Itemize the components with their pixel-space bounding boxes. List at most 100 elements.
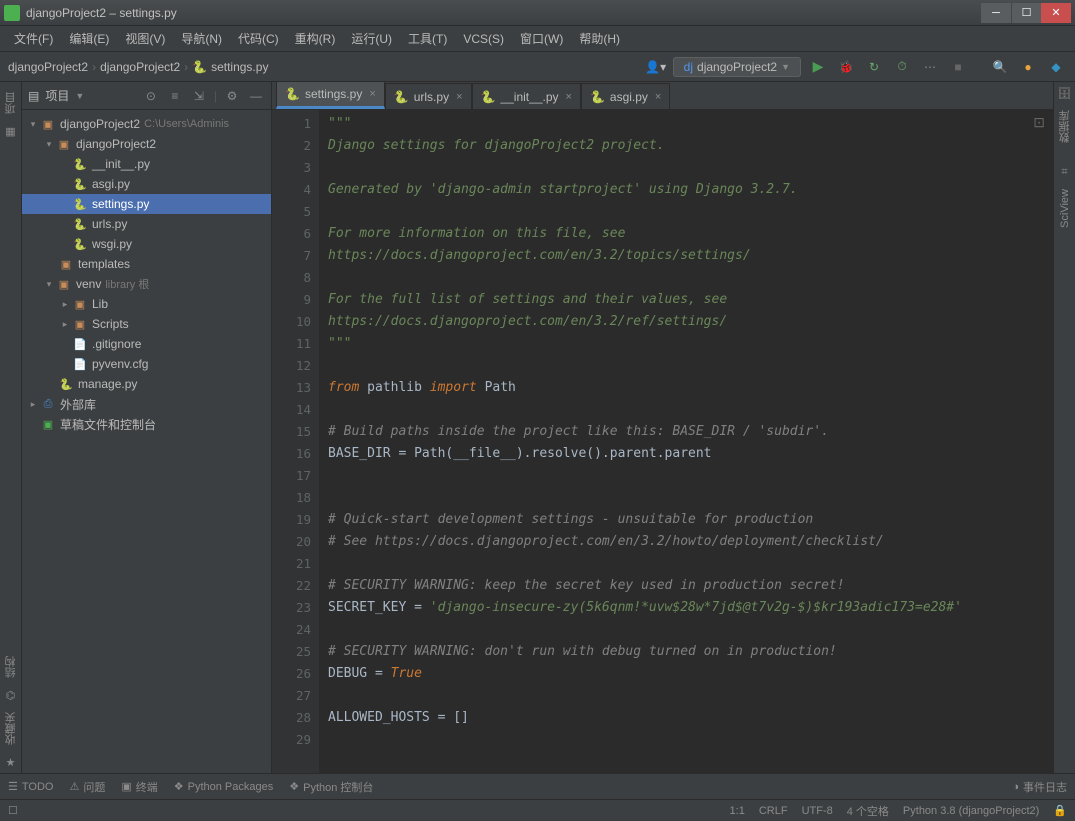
breadcrumb-item[interactable]: djangoProject2 (100, 60, 180, 74)
editor-tab[interactable]: 🐍urls.py× (385, 83, 472, 109)
caret-position[interactable]: 1:1 (730, 805, 745, 817)
tree-folder[interactable]: ▸▣Lib (22, 294, 271, 314)
menu-item[interactable]: 文件(F) (6, 27, 61, 50)
menu-item[interactable]: 代码(C) (230, 27, 287, 50)
python-console-tab[interactable]: ❖Python 控制台 (289, 779, 373, 795)
menu-item[interactable]: 导航(N) (173, 27, 230, 50)
minimize-button[interactable]: ─ (981, 3, 1011, 23)
menu-item[interactable]: VCS(S) (455, 29, 512, 49)
menu-item[interactable]: 运行(U) (343, 27, 400, 50)
project-icon: ▤ (28, 89, 39, 103)
tree-file[interactable]: 🐍manage.py (22, 374, 271, 394)
profile-button[interactable]: ⏱ (891, 56, 913, 78)
tree-folder[interactable]: ▾▣venvlibrary 根 (22, 274, 271, 294)
locate-icon[interactable]: ⊙ (142, 87, 160, 105)
indent[interactable]: 4 个空格 (847, 803, 889, 819)
menu-item[interactable]: 帮助(H) (571, 27, 628, 50)
tree-file[interactable]: 🐍wsgi.py (22, 234, 271, 254)
tree-file[interactable]: 🐍urls.py (22, 214, 271, 234)
run-config-label: djangoProject2 (697, 60, 777, 74)
menu-item[interactable]: 窗口(W) (512, 27, 571, 50)
tree-folder[interactable]: ▸▣Scripts (22, 314, 271, 334)
close-tab-icon[interactable]: × (655, 91, 661, 103)
hide-icon[interactable]: — (247, 87, 265, 105)
breadcrumb-item[interactable]: settings.py (211, 60, 268, 74)
concurrency-button[interactable]: ⋯ (919, 56, 941, 78)
tab-sciview[interactable]: SciView (1059, 183, 1071, 234)
sciview-icon[interactable]: ⌗ (1057, 164, 1073, 180)
tree-folder[interactable]: ▣templates (22, 254, 271, 274)
tree-external-libs[interactable]: ▸⎙外部库 (22, 394, 271, 414)
tab-structure[interactable]: 结构 (3, 650, 19, 684)
package-icon: ❖ (174, 780, 184, 793)
line-ending[interactable]: CRLF (759, 805, 788, 817)
debug-button[interactable]: 🐞 (835, 56, 857, 78)
star-icon[interactable]: ★ (3, 754, 19, 770)
tree-scratch[interactable]: ▣草稿文件和控制台 (22, 414, 271, 434)
menu-item[interactable]: 编辑(E) (61, 27, 117, 50)
tab-project[interactable]: 项目 (3, 86, 19, 120)
breadcrumb: djangoProject2 › djangoProject2 › 🐍 sett… (8, 60, 645, 74)
close-tab-icon[interactable]: × (369, 88, 375, 100)
python-packages-tab[interactable]: ❖Python Packages (174, 780, 274, 793)
user-icon[interactable]: 👤▾ (645, 56, 667, 78)
line-gutter: 1234567891011121314151617181920212223242… (272, 110, 320, 773)
gear-icon[interactable]: ⚙ (223, 87, 241, 105)
menu-item[interactable]: 工具(T) (400, 27, 455, 50)
tree-root[interactable]: ▾▣ djangoProject2 C:\Users\Adminis (22, 114, 271, 134)
close-button[interactable]: ✕ (1041, 3, 1071, 23)
structure-icon[interactable]: ⌬ (3, 687, 19, 703)
menu-item[interactable]: 重构(R) (287, 27, 344, 50)
editor-area: 🐍settings.py×🐍urls.py×🐍__init__.py×🐍asgi… (272, 82, 1053, 773)
tree-file[interactable]: 📄.gitignore (22, 334, 271, 354)
project-tree[interactable]: ▾▣ djangoProject2 C:\Users\Adminis ▾▣ dj… (22, 110, 271, 773)
tab-favorites[interactable]: 收藏夹 (3, 706, 19, 751)
sync-icon[interactable]: ● (1017, 56, 1039, 78)
run-button[interactable]: ▶ (807, 56, 829, 78)
menubar: 文件(F)编辑(E)视图(V)导航(N)代码(C)重构(R)运行(U)工具(T)… (0, 26, 1075, 52)
close-tab-icon[interactable]: × (566, 91, 572, 103)
terminal-tab[interactable]: ▣终端 (121, 779, 157, 795)
database-icon[interactable]: 🗄 (1057, 85, 1073, 101)
tool-window-bar: ☰TODO ⚠问题 ▣终端 ❖Python Packages ❖Python 控… (0, 773, 1075, 799)
project-toolbar: ▤ 项目 ▼ ⊙ ≡ ⇲ | ⚙ — (22, 82, 271, 110)
folder-icon[interactable]: ▦ (3, 123, 19, 139)
terminal-icon: ▣ (121, 780, 131, 793)
encoding[interactable]: UTF-8 (802, 805, 833, 817)
close-tab-icon[interactable]: × (456, 91, 462, 103)
maximize-button[interactable]: ☐ (1011, 3, 1041, 23)
reader-mode-icon[interactable]: ⊡ (1033, 114, 1045, 131)
breadcrumb-item[interactable]: djangoProject2 (8, 60, 88, 74)
menu-item[interactable]: 视图(V) (117, 27, 173, 50)
warning-icon: ⚠ (69, 780, 79, 793)
editor-tab[interactable]: 🐍asgi.py× (581, 83, 670, 109)
event-log-tab[interactable]: ◑事件日志 (1012, 779, 1067, 795)
tree-folder[interactable]: ▾▣ djangoProject2 (22, 134, 271, 154)
window-title: djangoProject2 – settings.py (26, 6, 981, 20)
status-bar: ☐ 1:1 CRLF UTF-8 4 个空格 Python 3.8 (djang… (0, 799, 1075, 821)
lock-icon[interactable]: 🔒 (1053, 804, 1067, 817)
stop-button[interactable]: ■ (947, 56, 969, 78)
editor-tab[interactable]: 🐍__init__.py× (472, 83, 581, 109)
run-config-selector[interactable]: dj djangoProject2 ▼ (673, 57, 801, 77)
todo-tab[interactable]: ☰TODO (8, 780, 53, 793)
tree-file-selected[interactable]: 🐍settings.py (22, 194, 271, 214)
editor-tab[interactable]: 🐍settings.py× (276, 82, 385, 109)
chevron-right-icon: › (92, 60, 96, 74)
problems-tab[interactable]: ⚠问题 (69, 779, 105, 795)
tree-file[interactable]: 🐍__init__.py (22, 154, 271, 174)
ide-menu-icon[interactable]: ☐ (8, 804, 18, 817)
search-button[interactable]: 🔍 (989, 56, 1011, 78)
coverage-button[interactable]: ↻ (863, 56, 885, 78)
code-area[interactable]: """Django settings for djangoProject2 pr… (320, 110, 1053, 773)
ide-update-icon[interactable]: ◆ (1045, 56, 1067, 78)
editor[interactable]: 1234567891011121314151617181920212223242… (272, 110, 1053, 773)
chevron-down-icon[interactable]: ▼ (75, 91, 84, 101)
main-area: 项目 ▦ 结构 ⌬ 收藏夹 ★ ▤ 项目 ▼ ⊙ ≡ ⇲ | ⚙ — ▾▣ dj… (0, 82, 1075, 773)
expand-all-icon[interactable]: ≡ (166, 87, 184, 105)
tab-database[interactable]: 数据库 (1057, 104, 1073, 149)
tree-file[interactable]: 🐍asgi.py (22, 174, 271, 194)
tree-file[interactable]: 📄pyvenv.cfg (22, 354, 271, 374)
collapse-all-icon[interactable]: ⇲ (190, 87, 208, 105)
interpreter[interactable]: Python 3.8 (djangoProject2) (903, 805, 1039, 817)
